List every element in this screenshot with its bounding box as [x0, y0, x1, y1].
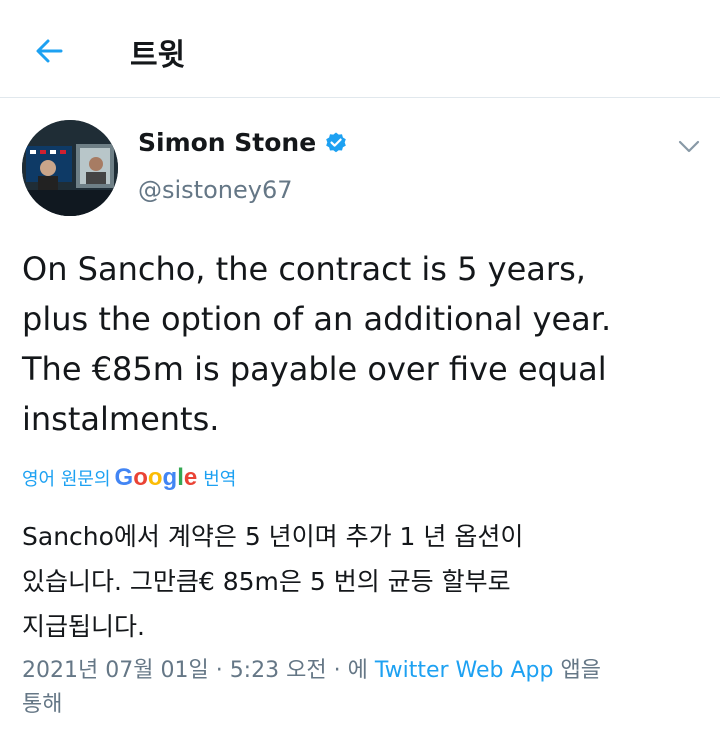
translated-text-line: Sancho에서 계약은 5 년이며 추가 1 년 옵션이: [22, 522, 524, 551]
translated-text: Sancho에서 계약은 5 년이며 추가 1 년 옵션이 있습니다. 그만큼€…: [22, 514, 702, 649]
translated-text-line: 있습니다. 그만큼€ 85m은 5 번의 균등 할부로: [22, 567, 511, 596]
author-handle[interactable]: @sistoney67: [138, 176, 293, 204]
tweet-menu-button[interactable]: [676, 134, 702, 160]
via-suffix: 앱을: [560, 658, 601, 683]
author-name[interactable]: Simon Stone: [138, 128, 348, 157]
top-bar: 트윗: [0, 0, 720, 98]
tweet-date[interactable]: 2021년 07월 01일: [22, 658, 209, 683]
arrow-left-icon: [36, 39, 63, 63]
translated-text-line: 지급됩니다.: [22, 612, 145, 641]
tweet-time[interactable]: 5:23 오전: [230, 658, 327, 683]
translation-suffix: 번역: [203, 469, 237, 490]
avatar-image: [22, 120, 118, 216]
tweet-text-line: instalments.: [22, 400, 220, 438]
tweet-text-line: The €85m is payable over five equal: [22, 350, 607, 388]
translation-attribution[interactable]: 영어 원문의 Google 번역: [22, 464, 236, 492]
author-name-text: Simon Stone: [138, 128, 317, 157]
tweet-meta: 2021년 07월 01일 · 5:23 오전 · 에 Twitter Web …: [22, 654, 702, 722]
verified-badge-icon: [324, 131, 348, 155]
avatar[interactable]: [22, 120, 118, 216]
back-button[interactable]: [26, 28, 72, 74]
page-title: 트윗: [130, 38, 186, 73]
tweet-text: On Sancho, the contract is 5 years, plus…: [22, 244, 702, 444]
tweet-text-line: plus the option of an additional year.: [22, 300, 612, 338]
google-logo: Google: [114, 464, 198, 491]
via-prefix: · 에: [333, 658, 368, 683]
translation-prefix: 영어 원문의: [22, 469, 111, 490]
meta-separator: ·: [215, 658, 223, 683]
tweet-text-line: On Sancho, the contract is 5 years,: [22, 250, 586, 288]
via-suffix-2: 통해: [22, 692, 63, 717]
chevron-down-icon: [678, 140, 700, 153]
tweet-source-link[interactable]: Twitter Web App: [375, 658, 554, 683]
